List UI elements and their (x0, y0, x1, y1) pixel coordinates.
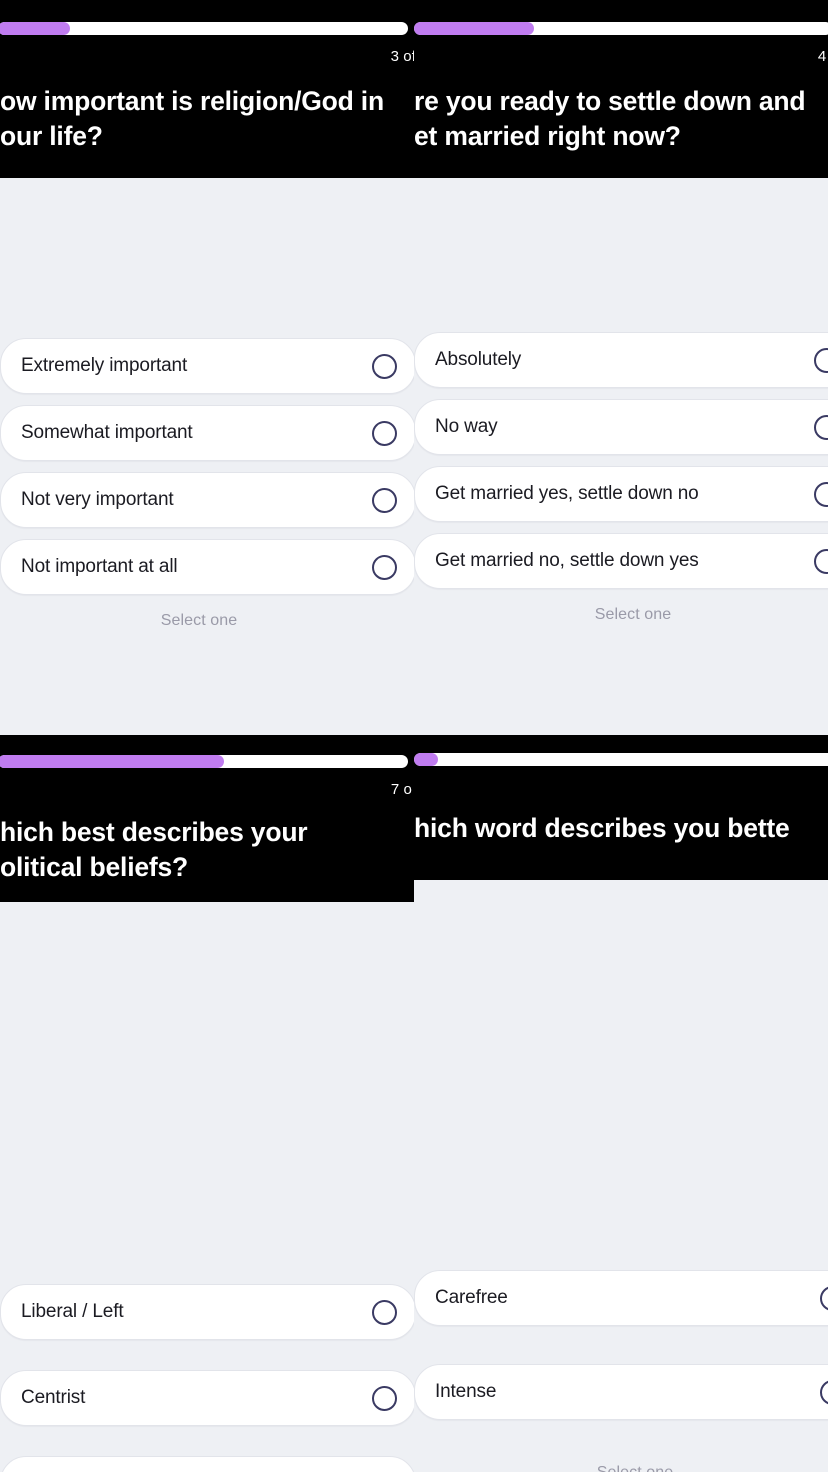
progress-bar-track-2 (414, 22, 828, 35)
option-label: Carefree (435, 1287, 508, 1308)
radio-circle-icon[interactable] (814, 548, 828, 574)
answer-body-2: Absolutely No way Get married yes, settl… (414, 178, 828, 735)
survey-panel-1: 3 of ow important is religion/God in our… (0, 0, 414, 735)
option-row[interactable]: Somewhat important (0, 405, 414, 461)
option-list-3: Liberal / Left Centrist Conservative / R… (0, 1284, 414, 1472)
select-one-hint: Select one (414, 1464, 828, 1472)
phone-screen-1: 3 of ow important is religion/God in our… (0, 0, 414, 735)
option-label: Not very important (21, 489, 174, 510)
option-row[interactable]: No way (414, 399, 828, 455)
question-counter-3: 7 o (390, 781, 412, 798)
radio-circle-icon[interactable] (820, 1379, 828, 1405)
option-list-2: Absolutely No way Get married yes, settl… (414, 332, 828, 624)
progress-bar-fill-2 (414, 22, 534, 35)
option-label: Get married yes, settle down no (435, 483, 699, 504)
phone-screen-2: 4 of 1 re you ready to settle down and e… (414, 0, 828, 735)
answer-body-3: Liberal / Left Centrist Conservative / R… (0, 902, 414, 1472)
option-label: Not important at all (21, 556, 178, 577)
survey-panel-4: 2 hich word describes you bette Carefree… (414, 735, 828, 1472)
option-label: Get married no, settle down yes (435, 550, 699, 571)
option-row[interactable]: Centrist (0, 1370, 414, 1426)
option-label: No way (435, 416, 498, 437)
radio-circle-icon[interactable] (814, 481, 828, 507)
screenshot-collage: 3 of ow important is religion/God in our… (0, 0, 828, 1472)
progress-bar-fill-3 (0, 755, 224, 768)
radio-circle-icon[interactable] (372, 420, 397, 446)
option-row[interactable]: Intense (414, 1364, 828, 1420)
option-row[interactable]: Carefree (414, 1270, 828, 1326)
option-row[interactable]: Conservative / Right (0, 1456, 414, 1472)
option-label: Centrist (21, 1387, 86, 1408)
radio-circle-icon[interactable] (372, 487, 397, 513)
option-label: Liberal / Left (21, 1301, 124, 1322)
option-row[interactable]: Extremely important (0, 338, 414, 394)
progress-bar-fill-4 (414, 753, 438, 766)
option-row[interactable]: Get married no, settle down yes (414, 533, 828, 589)
progress-bar-track-4 (414, 753, 828, 766)
option-label: Absolutely (435, 349, 522, 370)
progress-bar-fill-1 (0, 22, 70, 35)
radio-circle-icon[interactable] (372, 554, 397, 580)
answer-body-4: Carefree Intense Select one (414, 880, 828, 1472)
option-row[interactable]: Get married yes, settle down no (414, 466, 828, 522)
option-label: Somewhat important (21, 422, 193, 443)
phone-screen-4: 2 hich word describes you bette Carefree… (414, 735, 828, 1472)
radio-circle-icon[interactable] (372, 353, 397, 379)
question-counter-1: 3 of (390, 48, 414, 65)
question-text-4: hich word describes you bette (414, 813, 790, 843)
option-row[interactable]: Not important at all (0, 539, 414, 595)
question-text-1: ow important is religion/God in our life… (0, 86, 384, 152)
radio-circle-icon[interactable] (372, 1385, 397, 1411)
select-one-hint: Select one (160, 612, 238, 629)
option-list-4: Carefree Intense Select one (414, 1270, 828, 1472)
radio-circle-icon[interactable] (372, 1299, 397, 1325)
radio-circle-icon[interactable] (814, 414, 828, 440)
question-counter-2: 4 of 1 (817, 48, 828, 65)
progress-bar-track-1 (0, 22, 408, 35)
option-row[interactable]: Liberal / Left (0, 1284, 414, 1340)
select-one-hint: Select one (594, 606, 672, 623)
question-header-3: 7 o hich best describes your olitical be… (0, 735, 414, 902)
survey-panel-2: 4 of 1 re you ready to settle down and e… (414, 0, 828, 735)
option-row[interactable]: Absolutely (414, 332, 828, 388)
radio-circle-icon[interactable] (814, 347, 828, 373)
option-list-1: Extremely important Somewhat important N… (0, 338, 414, 630)
question-header-2: 4 of 1 re you ready to settle down and e… (414, 0, 828, 178)
progress-bar-track-3 (0, 755, 408, 768)
question-text-3: hich best describes your olitical belief… (0, 817, 308, 883)
option-label: Intense (435, 1381, 497, 1402)
option-label: Extremely important (21, 355, 188, 376)
phone-screen-3: 7 o hich best describes your olitical be… (0, 735, 414, 1472)
option-row[interactable]: Not very important (0, 472, 414, 528)
question-header-4: 2 hich word describes you bette (414, 735, 828, 880)
radio-circle-icon[interactable] (820, 1285, 828, 1311)
answer-body-1: Extremely important Somewhat important N… (0, 178, 414, 735)
survey-panel-3: 7 o hich best describes your olitical be… (0, 735, 414, 1472)
question-header-1: 3 of ow important is religion/God in our… (0, 0, 414, 178)
question-text-2: re you ready to settle down and et marri… (414, 86, 806, 152)
